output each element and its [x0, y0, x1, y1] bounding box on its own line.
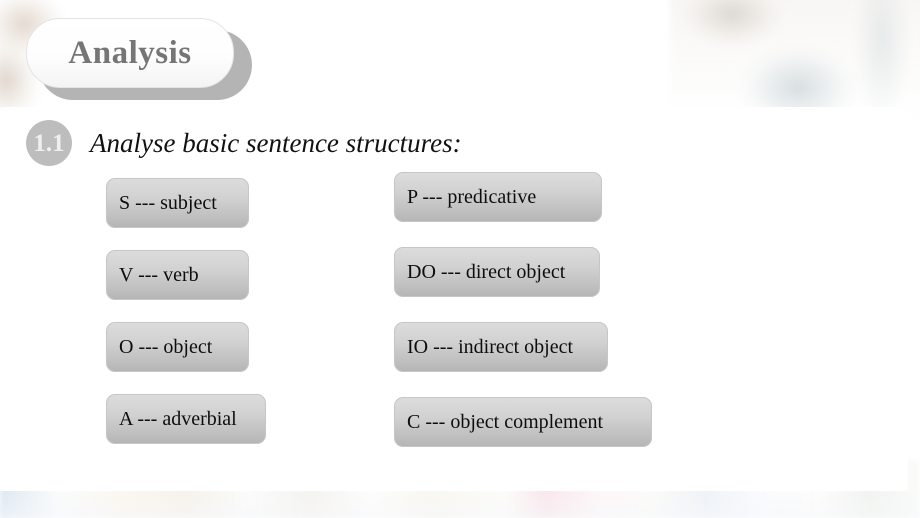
background-photo-bottom-fade — [0, 492, 920, 518]
term-box-verb[interactable]: V --- verb — [106, 250, 249, 300]
term-box-object-complement[interactable]: C --- object complement — [394, 397, 652, 447]
term-list-left-column: S --- subject V --- verb O --- object A … — [106, 178, 266, 444]
section-heading-text: Analyse basic sentence structures: — [90, 127, 462, 158]
slide-title-plate-face: Analysis — [26, 18, 234, 88]
section-heading-row: 1.1 Analyse basic sentence structures: — [26, 120, 462, 166]
background-photo-top-right — [670, 0, 920, 120]
slide-canvas: Analysis 1.1 Analyse basic sentence stru… — [0, 0, 920, 518]
slide-title-plate: Analysis — [26, 18, 252, 100]
term-box-object[interactable]: O --- object — [106, 322, 249, 372]
page-title: Analysis — [68, 34, 192, 71]
term-box-adverbial[interactable]: A --- adverbial — [106, 394, 266, 444]
term-box-subject[interactable]: S --- subject — [106, 178, 249, 228]
step-number-badge: 1.1 — [26, 120, 72, 166]
term-box-indirect-object[interactable]: IO --- indirect object — [394, 322, 608, 372]
term-box-predicative[interactable]: P --- predicative — [394, 172, 602, 222]
term-list-right-column: P --- predicative DO --- direct object I… — [394, 172, 652, 447]
term-box-direct-object[interactable]: DO --- direct object — [394, 247, 600, 297]
